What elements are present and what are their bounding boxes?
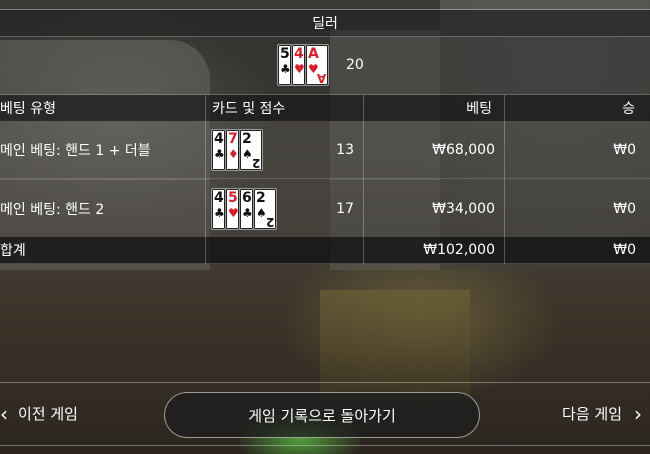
row-bet: ₩34,000 <box>432 200 495 217</box>
card-rank: 7 <box>228 130 238 147</box>
prev-game-label: 이전 게임 <box>18 405 78 423</box>
playing-card: 6 ♣ <box>239 187 254 230</box>
dealer-row: 5 ♣ 4 ♥ A ♥ A 20 <box>0 37 650 95</box>
row-bet: ₩68,000 <box>432 141 495 158</box>
header-cards-score: 카드 및 점수 <box>212 101 286 117</box>
total-label: 합계 <box>0 243 26 259</box>
total-row: 합계 ₩102,000 ₩0 <box>0 237 650 264</box>
row-cards: 4 ♣ 7 ♦ 2 ♠ 2 <box>211 128 263 171</box>
column-divider <box>504 95 505 264</box>
table-row: 메인 베팅: 핸드 1 + 더블 4 ♣ 7 ♦ 2 ♠ 2 13 ₩68,000 ₩0 <box>0 121 650 179</box>
dealer-cards: 5 ♣ 4 ♥ A ♥ A <box>277 44 329 86</box>
back-to-history-label: 게임 기록으로 돌아가기 <box>248 406 396 425</box>
playing-card: 7 ♦ <box>225 128 240 171</box>
card-suit-icon: ♣ <box>280 62 291 76</box>
playing-card: 4 ♥ <box>291 44 306 86</box>
table-row: 메인 베팅: 핸드 2 4 ♣ 5 ♥ 6 ♣ 2 ♠ 2 17 ₩34,000 ₩0 <box>0 180 650 237</box>
table-header: 베팅 유형 카드 및 점수 베팅 승 <box>0 95 650 121</box>
card-rank-inverted: 2 <box>251 155 260 170</box>
next-game-button[interactable]: 다음 게임 › <box>562 403 642 424</box>
card-suit-icon: ♣ <box>242 205 253 220</box>
bottom-navigation: ‹ 이전 게임 게임 기록으로 돌아가기 다음 게임 › <box>0 382 650 446</box>
card-suit-icon: ♥ <box>294 62 305 76</box>
row-win: ₩0 <box>613 200 636 217</box>
card-rank: 4 <box>294 46 304 62</box>
card-rank: 2 <box>242 130 252 147</box>
playing-card: A ♥ A <box>305 44 329 86</box>
bottom-divider <box>0 445 650 446</box>
card-rank: 5 <box>280 46 290 62</box>
card-rank: 4 <box>214 130 224 147</box>
card-rank-inverted: 2 <box>265 214 274 229</box>
row-bet-type: 메인 베팅: 핸드 2 <box>0 201 105 218</box>
chevron-right-icon: › <box>634 401 642 426</box>
row-score: 17 <box>336 200 354 217</box>
playing-card: 5 ♣ <box>277 44 292 86</box>
total-win: ₩0 <box>613 242 636 258</box>
dealer-header: 딜러 <box>0 10 650 37</box>
card-suit-icon: ♣ <box>214 205 225 220</box>
playing-card: 4 ♣ <box>211 128 226 171</box>
header-bet-type: 베팅 유형 <box>0 101 56 117</box>
card-rank-inverted: A <box>316 71 326 85</box>
row-bet-type: 메인 베팅: 핸드 1 + 더블 <box>0 142 151 159</box>
next-game-label: 다음 게임 <box>562 405 622 423</box>
playing-card: 2 ♠ 2 <box>239 128 263 171</box>
card-suit-icon: ♥ <box>228 205 239 220</box>
prev-game-button[interactable]: ‹ 이전 게임 <box>0 403 78 424</box>
card-rank: 5 <box>228 189 238 206</box>
column-divider <box>363 95 364 264</box>
dealer-score: 20 <box>346 57 364 73</box>
dealer-label: 딜러 <box>312 16 338 32</box>
card-rank: 2 <box>256 189 266 206</box>
playing-card: 2 ♠ 2 <box>253 187 277 230</box>
row-win: ₩0 <box>613 141 636 158</box>
header-bet: 베팅 <box>466 101 492 117</box>
back-to-history-button[interactable]: 게임 기록으로 돌아가기 <box>164 392 480 438</box>
row-cards: 4 ♣ 5 ♥ 6 ♣ 2 ♠ 2 <box>211 187 277 230</box>
playing-card: 5 ♥ <box>225 187 240 230</box>
chevron-left-icon: ‹ <box>0 401 8 426</box>
header-win: 승 <box>622 101 635 117</box>
row-score: 13 <box>336 141 354 158</box>
playing-card: 4 ♣ <box>211 187 226 230</box>
card-rank: A <box>308 46 319 62</box>
total-bet: ₩102,000 <box>423 242 495 258</box>
card-rank: 4 <box>214 189 224 206</box>
card-suit-icon: ♦ <box>228 146 239 161</box>
card-suit-icon: ♣ <box>214 146 225 161</box>
column-divider <box>205 95 206 264</box>
card-rank: 6 <box>242 189 252 206</box>
